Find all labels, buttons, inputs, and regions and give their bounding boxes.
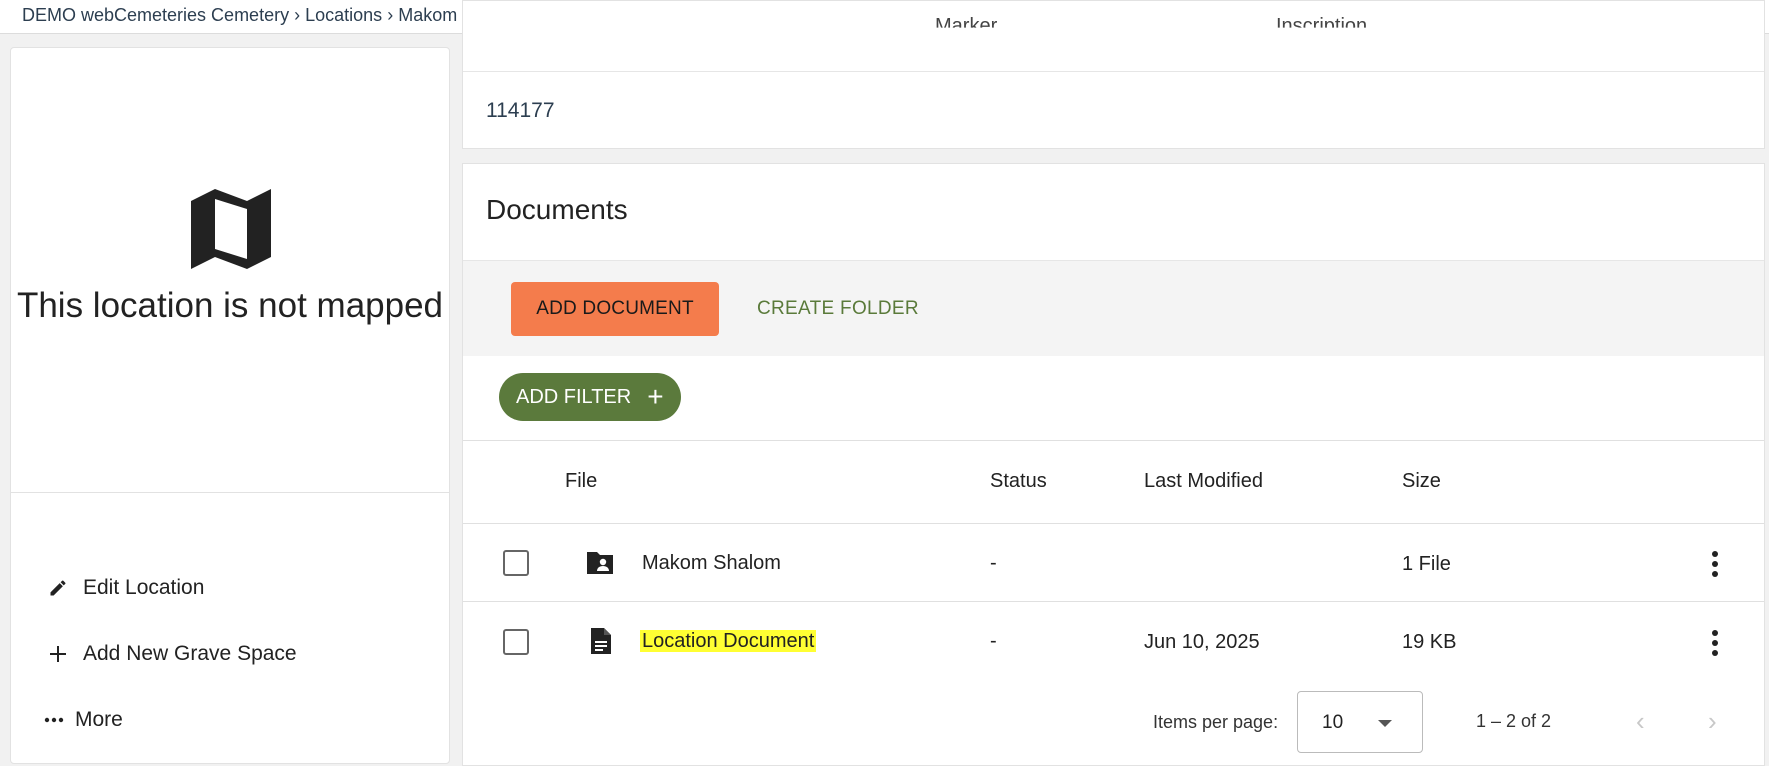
column-header-marker: Marker — [935, 15, 998, 37]
file-size: 19 KB — [1402, 631, 1457, 653]
row-menu-icon[interactable] — [1712, 551, 1718, 577]
column-header-last-modified[interactable]: Last Modified — [1144, 470, 1263, 493]
add-filter-label: ADD FILTER — [516, 385, 632, 408]
not-mapped-message: This location is not mapped — [16, 286, 444, 325]
items-per-page-label: Items per page: — [1153, 712, 1279, 732]
breadcrumb-separator: › — [294, 5, 301, 25]
row-checkbox[interactable] — [503, 550, 529, 576]
items-per-page-select[interactable]: 10 — [1297, 691, 1423, 753]
pagination-range: 1 – 2 of 2 — [1476, 711, 1552, 731]
map-icon — [191, 189, 271, 269]
file-status: - — [990, 552, 997, 574]
folder-shared-icon — [587, 552, 613, 574]
chevron-down-icon — [1378, 720, 1392, 727]
breadcrumb-separator: › — [387, 5, 394, 25]
add-grave-space-button[interactable]: Add New Grave Space — [47, 642, 297, 666]
filter-row: ADD FILTER + — [463, 356, 1764, 441]
next-page-icon[interactable]: › — [1708, 706, 1717, 737]
pencil-icon — [47, 577, 69, 599]
file-size: 1 File — [1402, 553, 1451, 575]
documents-card: Documents ADD DOCUMENT CREATE FOLDER ADD… — [462, 163, 1765, 766]
grave-id-link[interactable]: 114177 — [486, 99, 555, 123]
document-icon — [591, 628, 611, 654]
add-filter-button[interactable]: ADD FILTER + — [499, 373, 681, 421]
row-divider — [463, 601, 1764, 602]
table-header-row: Marker Inscription — [463, 1, 1764, 72]
grave-spaces-table: Marker Inscription 114177 — [462, 0, 1765, 149]
column-header-inscription: Inscription — [1276, 15, 1368, 37]
file-last-modified: Jun 10, 2025 — [1144, 631, 1260, 653]
edit-location-button[interactable]: Edit Location — [47, 576, 204, 600]
highlighted-file-name[interactable]: Location Document — [640, 630, 817, 652]
breadcrumb-item-locations[interactable]: Locations — [305, 5, 382, 25]
documents-title: Documents — [486, 194, 628, 225]
add-document-button[interactable]: ADD DOCUMENT — [511, 282, 719, 336]
file-name[interactable]: Makom Shalom — [642, 552, 781, 575]
column-header-size[interactable]: Size — [1402, 470, 1441, 493]
more-label: More — [75, 708, 123, 731]
more-button[interactable]: More — [43, 708, 123, 732]
add-grave-space-label: Add New Grave Space — [83, 642, 297, 665]
location-side-panel: This location is not mapped Edit Locatio… — [10, 47, 450, 764]
column-header-file[interactable]: File — [565, 470, 597, 493]
edit-location-label: Edit Location — [83, 576, 205, 599]
plus-icon: + — [647, 381, 664, 412]
column-header-status[interactable]: Status — [990, 470, 1047, 493]
row-divider — [463, 523, 1764, 524]
breadcrumb-item-cemetery[interactable]: DEMO webCemeteries Cemetery — [22, 5, 289, 25]
items-per-page-value: 10 — [1322, 712, 1344, 733]
documents-toolbar: ADD DOCUMENT CREATE FOLDER — [463, 260, 1764, 356]
previous-page-icon[interactable]: ‹ — [1636, 706, 1645, 737]
plus-icon — [47, 643, 69, 665]
create-folder-button[interactable]: CREATE FOLDER — [757, 282, 919, 336]
map-placeholder: This location is not mapped — [11, 48, 449, 493]
row-menu-icon[interactable] — [1712, 630, 1718, 656]
file-name[interactable]: Location Document — [640, 630, 817, 653]
more-horizontal-icon — [43, 709, 65, 731]
file-status: - — [990, 630, 997, 652]
row-checkbox[interactable] — [503, 629, 529, 655]
